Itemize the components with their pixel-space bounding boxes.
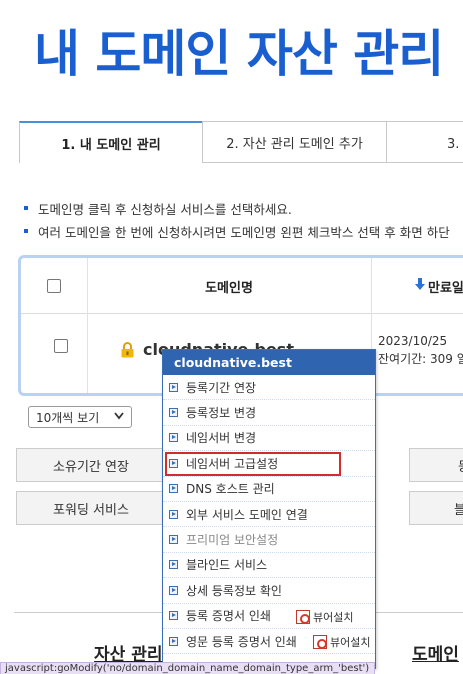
menu-item-dns-host[interactable]: DNS 호스트 관리 [163,477,375,502]
tab-third[interactable]: 3. 추 [386,121,463,163]
arrow-right-icon [169,611,178,621]
arrow-right-icon [169,408,178,418]
viewer-install-button[interactable]: 뷰어설치 [296,609,353,625]
arrow-down-icon [415,278,425,294]
menu-item-nameserver-change[interactable]: 네임서버 변경 [163,426,375,452]
domain-section-title: 도메인 [412,645,459,665]
instruction-list: 도메인명 클릭 후 신청하실 서비스를 선택하세요. 여러 도메인을 한 번에 … [24,199,450,245]
browser-status-bar: javascript:goModify('no/domain_domain_na… [0,662,375,674]
domain-context-menu: cloudnative.best 등록기간 연장 등록정보 변경 네임서버 변경… [162,349,376,669]
period-extend-button[interactable]: 소유기간 연장 [16,448,166,482]
menu-item-detail-info[interactable]: 상세 등록정보 확인 [163,578,375,604]
expire-date-cell: 2023/10/25 잔여기간: 309 일 [378,332,463,368]
tab-add-domain[interactable]: 2. 자산 관리 도메인 추가 [202,121,387,163]
page-size-select[interactable]: 10개씩 보기 [28,406,132,428]
arrow-right-icon [169,535,178,545]
service-button-right-1[interactable]: 등 [409,448,463,482]
menu-item-blind-service[interactable]: 블라인드 서비스 [163,553,375,579]
arrow-right-icon [169,433,178,443]
service-button-right-2[interactable]: 블 [409,491,463,525]
menu-item-external-service[interactable]: 외부 서비스 도메인 연결 [163,502,375,528]
menu-item-registration-change[interactable]: 등록정보 변경 [163,400,375,426]
arrow-right-icon [169,560,178,570]
arrow-right-icon [169,636,178,646]
viewer-install-button[interactable]: 뷰어설치 [313,634,370,650]
arrow-right-icon [169,382,178,392]
highlight-box [165,452,341,477]
tab-bar: 1. 내 도메인 관리 2. 자산 관리 도메인 추가 3. 추 [19,121,463,163]
pdf-icon [296,609,310,624]
menu-item-print-certificate[interactable]: 등록 증명서 인쇄 뷰어설치 [163,604,375,629]
page-title: 내 도메인 자산 관리 [34,25,444,83]
forwarding-service-button[interactable]: 포워딩 서비스 [16,491,166,525]
row-checkbox[interactable] [54,339,68,353]
select-all-checkbox[interactable] [47,279,61,293]
pdf-icon [313,634,327,649]
arrow-right-icon [169,484,178,494]
menu-item-renew[interactable]: 등록기간 연장 [163,375,375,401]
expire-date: 2023/10/25 [378,334,448,348]
arrow-right-icon [169,509,178,519]
menu-item-print-certificate-en[interactable]: 영문 등록 증명서 인쇄 뷰어설치 [163,629,375,655]
remaining-period: 잔여기간: 309 일 [378,352,463,366]
chevron-down-icon [114,410,124,423]
menu-item-nameserver-advanced[interactable]: 네임서버 고급설정 [163,451,375,477]
sort-expire-header[interactable]: 만료일 [371,258,463,314]
context-menu-title: cloudnative.best [163,350,375,375]
page-size-value: 10개씩 보기 [36,410,100,425]
tab-my-domains[interactable]: 1. 내 도메인 관리 [19,121,203,163]
menu-item-premium-security[interactable]: 프리미엄 보안설정 [163,527,375,553]
lock-icon [121,341,134,358]
instruction-item: 여러 도메인을 한 번에 신청하시려면 도메인명 왼편 체크박스 선택 후 화면… [24,222,450,245]
header-expire: 만료일 [428,280,463,296]
arrow-right-icon [169,585,178,595]
header-domain: 도메인명 [205,280,253,296]
instruction-item: 도메인명 클릭 후 신청하실 서비스를 선택하세요. [24,199,450,222]
arrow-right-icon [169,458,178,468]
